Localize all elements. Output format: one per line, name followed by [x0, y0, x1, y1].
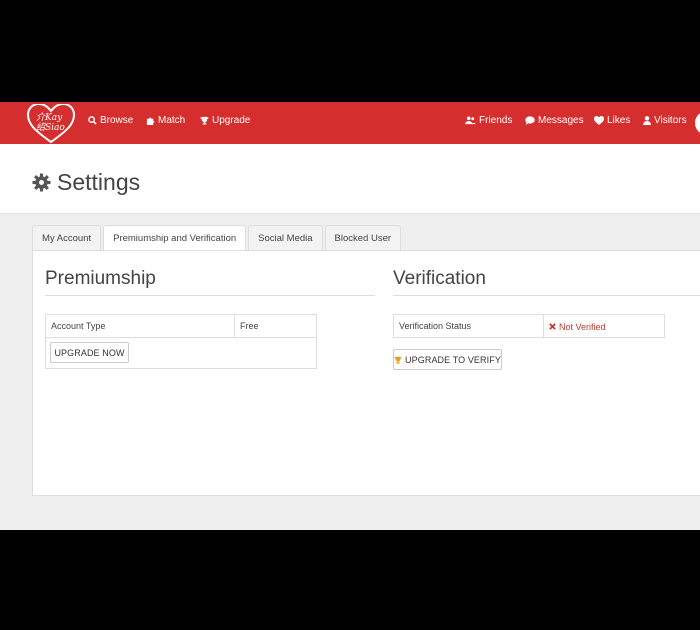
- upgrade-to-verify-label: UPGRADE TO VERIFY: [405, 354, 501, 365]
- verification-divider: [393, 295, 700, 296]
- upgrade-to-verify-button[interactable]: UPGRADE TO VERIFY: [393, 349, 502, 370]
- trophy-icon: [394, 356, 402, 364]
- users-icon: [465, 116, 476, 125]
- upgrade-now-button[interactable]: UPGRADE NOW: [50, 342, 129, 363]
- nav-messages[interactable]: Messages: [525, 115, 584, 126]
- tab-my-account[interactable]: My Account: [32, 225, 102, 251]
- verification-status-label: Verification Status: [399, 321, 472, 331]
- nav-visitors-label: Visitors: [654, 115, 687, 126]
- nav-messages-label: Messages: [538, 115, 584, 126]
- page-title-group: Settings: [32, 169, 140, 196]
- nav-likes[interactable]: Likes: [594, 115, 630, 126]
- settings-tabs: My Account Premiumship and Verification …: [32, 225, 403, 252]
- nav-upgrade-label: Upgrade: [212, 115, 251, 126]
- account-type-label: Account Type: [51, 321, 106, 331]
- comment-icon: [525, 116, 535, 125]
- nav-browse-label: Browse: [100, 115, 134, 126]
- nav-friends-label: Friends: [479, 115, 513, 126]
- nav-visitors[interactable]: Visitors: [643, 115, 687, 126]
- verification-title: Verification: [393, 268, 486, 289]
- page-title: Settings: [57, 169, 141, 195]
- brand-logo[interactable]: 介Kay 绍Siao: [26, 102, 76, 144]
- premiumship-divider: [45, 295, 375, 296]
- nav-match[interactable]: Match: [146, 115, 185, 126]
- logo-text-bottom: 绍Siao: [36, 123, 65, 133]
- nav-match-label: Match: [158, 115, 186, 126]
- nav-likes-label: Likes: [607, 115, 631, 126]
- premiumship-title: Premiumship: [45, 268, 156, 289]
- nav-browse[interactable]: Browse: [88, 115, 133, 126]
- table-row: Verification Status Not Verified: [394, 315, 664, 338]
- tab-social-media[interactable]: Social Media: [248, 225, 323, 251]
- nav-upgrade[interactable]: Upgrade: [200, 115, 250, 126]
- status-badge: Not Verified: [543, 315, 664, 338]
- verification-status-value: Not Verified: [559, 321, 606, 332]
- user-icon: [643, 116, 651, 125]
- logo-text-top: 介Kay: [36, 113, 63, 123]
- search-icon: [88, 116, 97, 125]
- tab-blocked-user[interactable]: Blocked User: [324, 225, 402, 251]
- trophy-icon: [200, 116, 209, 125]
- nav-friends[interactable]: Friends: [465, 115, 512, 126]
- top-navbar: 介Kay 绍Siao Browse Match Upgrade Friends …: [0, 102, 700, 144]
- puzzle-icon: [146, 117, 155, 125]
- upgrade-now-label: UPGRADE NOW: [54, 347, 125, 358]
- verification-table: Verification Status Not Verified: [393, 314, 665, 338]
- table-row: Account Type Free: [46, 315, 316, 338]
- heart-icon: [594, 116, 604, 125]
- close-icon: [549, 323, 556, 330]
- app-viewport: 介Kay 绍Siao Browse Match Upgrade Friends …: [0, 102, 700, 530]
- gear-icon: [32, 173, 51, 192]
- account-type-value: Free: [234, 315, 316, 337]
- tab-premiumship-verification[interactable]: Premiumship and Verification: [103, 225, 247, 252]
- avatar[interactable]: [695, 111, 700, 135]
